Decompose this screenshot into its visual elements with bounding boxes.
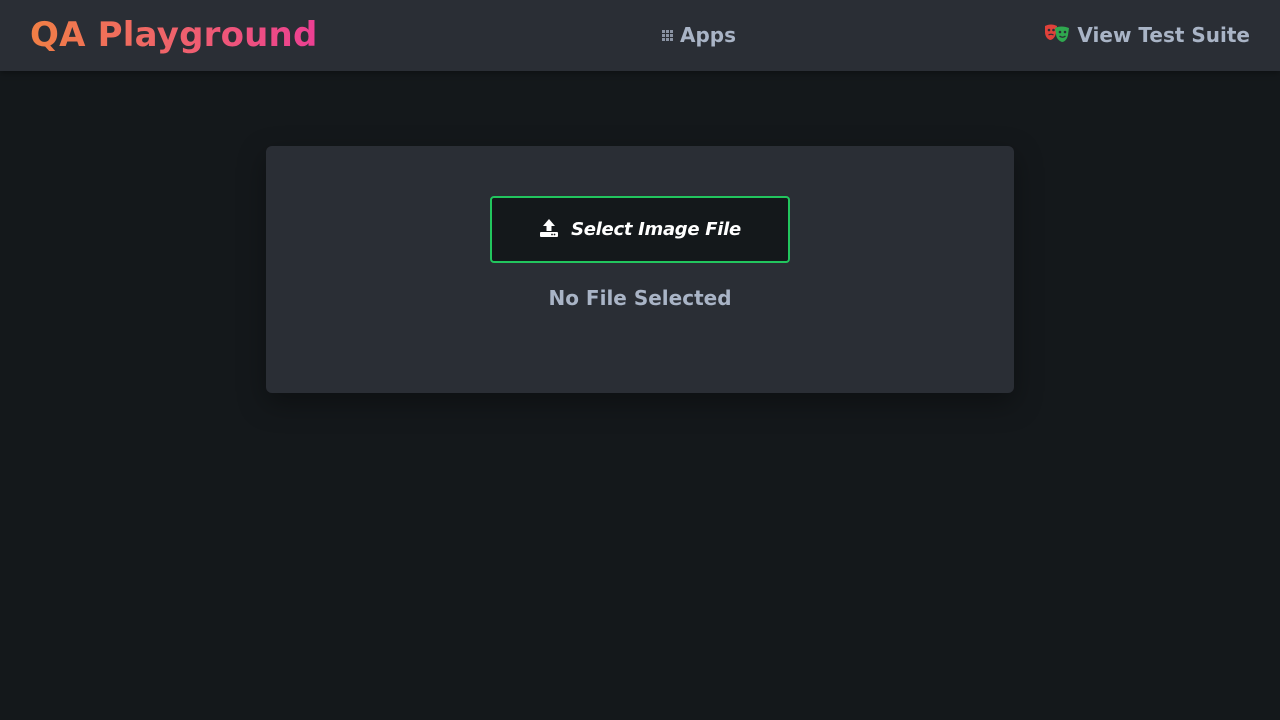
- top-navbar: QA Playground Apps View Test Suite: [0, 0, 1280, 71]
- brand-logo-link[interactable]: QA Playground: [30, 12, 318, 58]
- file-status-text: No File Selected: [548, 286, 732, 310]
- select-image-file-label: Select Image File: [571, 219, 741, 240]
- nav-apps-label: Apps: [680, 23, 737, 47]
- grid-icon: [662, 29, 673, 41]
- upload-icon: [539, 218, 559, 242]
- upload-card: Select Image File No File Selected: [266, 146, 1014, 393]
- view-test-suite-link[interactable]: View Test Suite: [1044, 22, 1250, 48]
- nav-apps-link[interactable]: Apps: [662, 22, 736, 48]
- view-test-suite-label: View Test Suite: [1077, 23, 1250, 47]
- theater-masks-icon: [1044, 23, 1070, 48]
- select-image-file-button[interactable]: Select Image File: [490, 196, 790, 263]
